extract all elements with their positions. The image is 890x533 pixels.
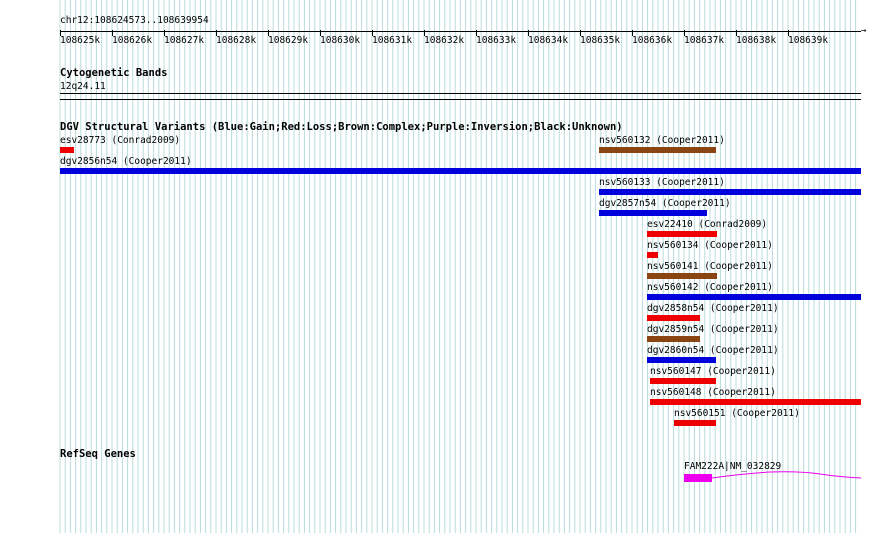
gene-intron-line (711, 471, 862, 479)
